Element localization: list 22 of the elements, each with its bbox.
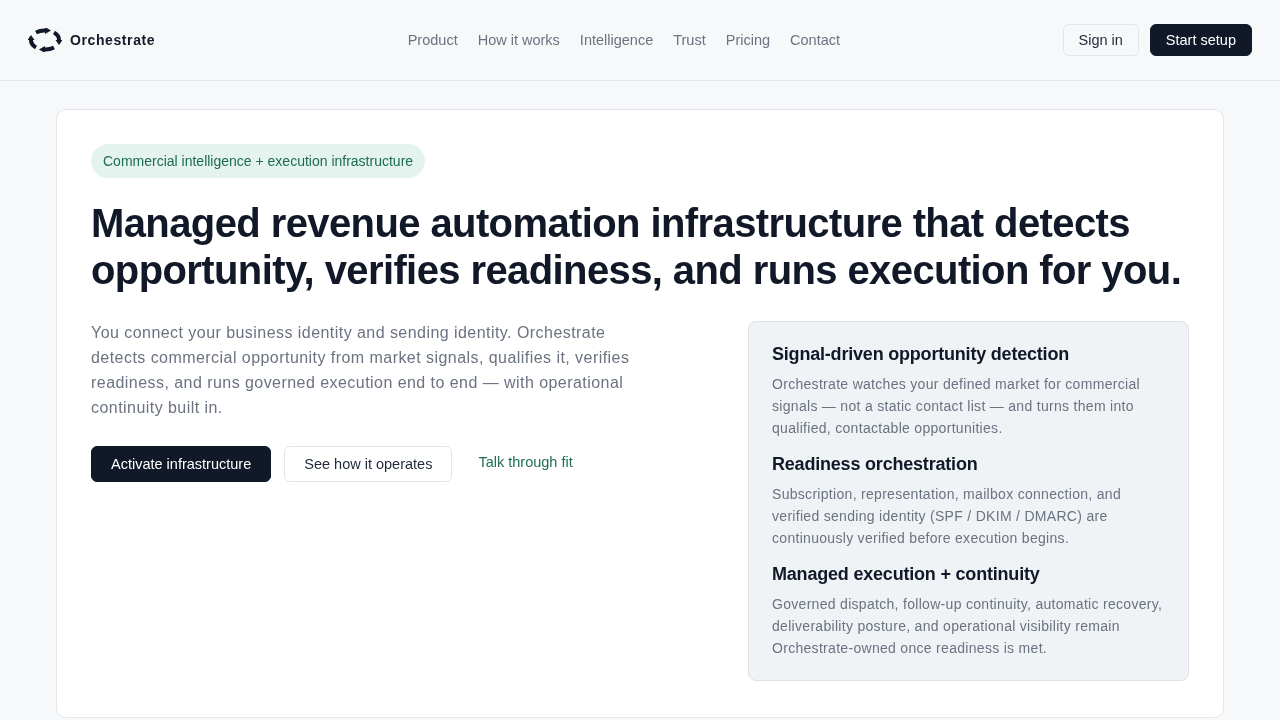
feature-description: Subscription, representation, mailbox connection, and verified sending identity (SPF / DKIM / DMARC) are continuously verified before execution begins. [772, 485, 1122, 548]
nav-link[interactable]: Intelligence [579, 32, 654, 48]
feature-title: Managed execution + continuity [772, 563, 1041, 586]
nav-link[interactable]: How it works [477, 32, 560, 48]
nav-link[interactable]: Contact [790, 32, 841, 48]
secondary-button[interactable]: See how it operates [284, 446, 453, 482]
logo-wordmark[interactable]: Orchestrate [70, 32, 156, 48]
feature-title: Signal-driven opportunity detection [772, 343, 1070, 366]
primary-button[interactable]: Activate infrastructure [91, 446, 272, 482]
start-setup-button[interactable]: Start setup [1149, 24, 1252, 56]
feature-title: Readiness orchestration [772, 453, 979, 476]
circular-arrows-logo-icon [28, 28, 62, 52]
nav-link[interactable]: Trust [673, 32, 706, 48]
feature-description: Orchestrate watches your defined market for commercial signals — not a static contact list — and turns them into qualified, contactable opportunities. [772, 375, 1141, 438]
hero-description: You connect your business identity and sending identity. Orchestrate detects commercial opportunity from market signals, qualifies it, verifies readiness, and runs governed execution end to end — with operational continuity built in. [91, 323, 631, 418]
hero-headline: Managed revenue automation infrastructure that detects opportunity, verifies readiness, and runs execution for you. [91, 200, 1183, 294]
feature-description: Governed dispatch, follow-up continuity, automatic recovery, deliverability posture, and operational visibility remain Orchestrate-owned once readiness is met. [772, 595, 1164, 658]
nav-link[interactable]: Pricing [725, 32, 771, 48]
sign-in-button[interactable]: Sign in [1062, 24, 1139, 56]
text-link[interactable]: Talk through fit [465, 446, 586, 478]
category-badge: Commercial intelligence + execution infrastructure [91, 144, 426, 178]
nav-link[interactable]: Product [407, 32, 458, 48]
